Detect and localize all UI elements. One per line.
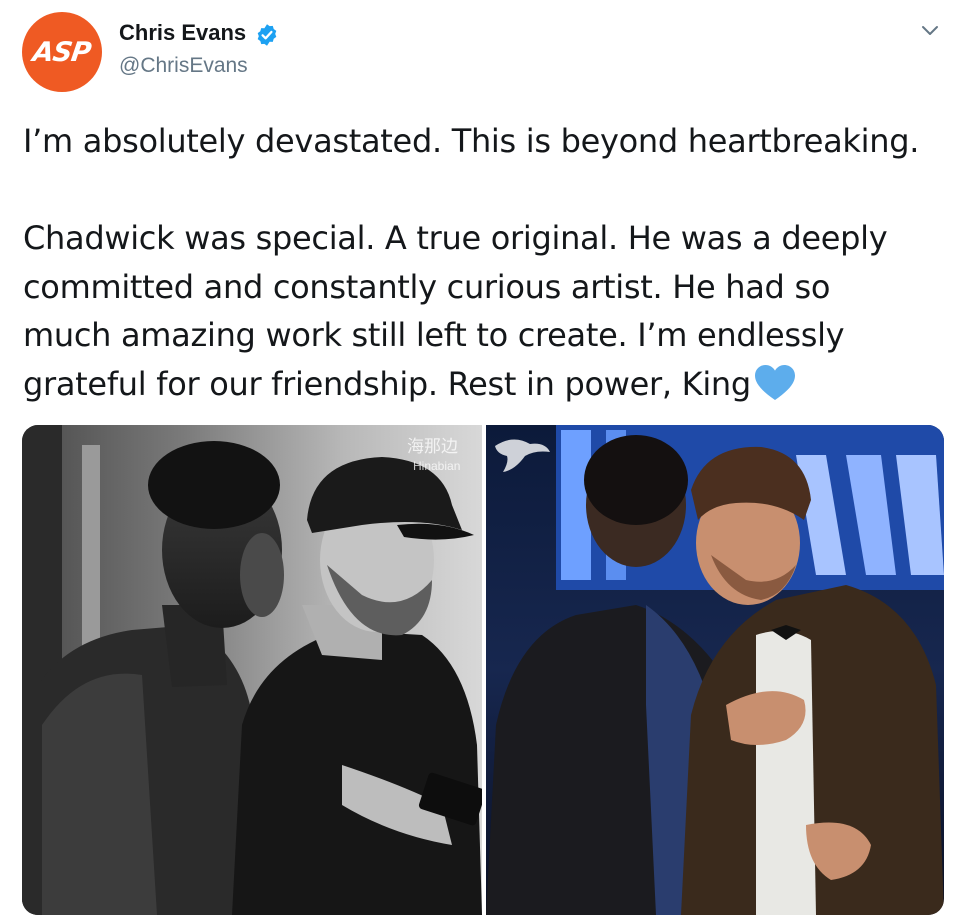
tweet-text-line-label: grateful for our friendship. Rest in pow… [23,364,751,403]
photo-right[interactable] [486,425,944,915]
watermark: 海那边 Hinabian [407,437,550,473]
watermark-latin: Hinabian [413,459,460,473]
tweet-text-line-last: grateful for our friendship. Rest in pow… [23,360,953,409]
tweet-text-line: I’m absolutely devastated. This is beyon… [23,122,920,160]
tweet-text-line: Chadwick was special. A true original. H… [23,219,888,257]
blue-heart-icon [754,364,795,400]
watermark-bird-icon [495,439,550,472]
tweet-text-line: much amazing work still left to create. … [23,316,845,354]
photo-left[interactable] [22,425,482,915]
tweet-text-line: committed and constantly curious artist.… [23,267,831,306]
user-handle[interactable]: @ChrisEvans [119,54,248,78]
display-name[interactable]: Chris Evans [119,20,246,46]
avatar-logo-text: ASP [31,36,93,68]
chevron-down-icon[interactable] [917,20,943,42]
watermark-chinese: 海那边 [407,437,458,457]
tweet-media[interactable] [22,425,944,915]
avatar[interactable]: ASP [22,12,102,92]
verified-badge-icon [257,24,277,46]
photo-left-image [22,425,482,915]
photo-right-image [486,425,944,915]
tweet-text: I’m absolutely devastated. This is beyon… [23,117,953,408]
